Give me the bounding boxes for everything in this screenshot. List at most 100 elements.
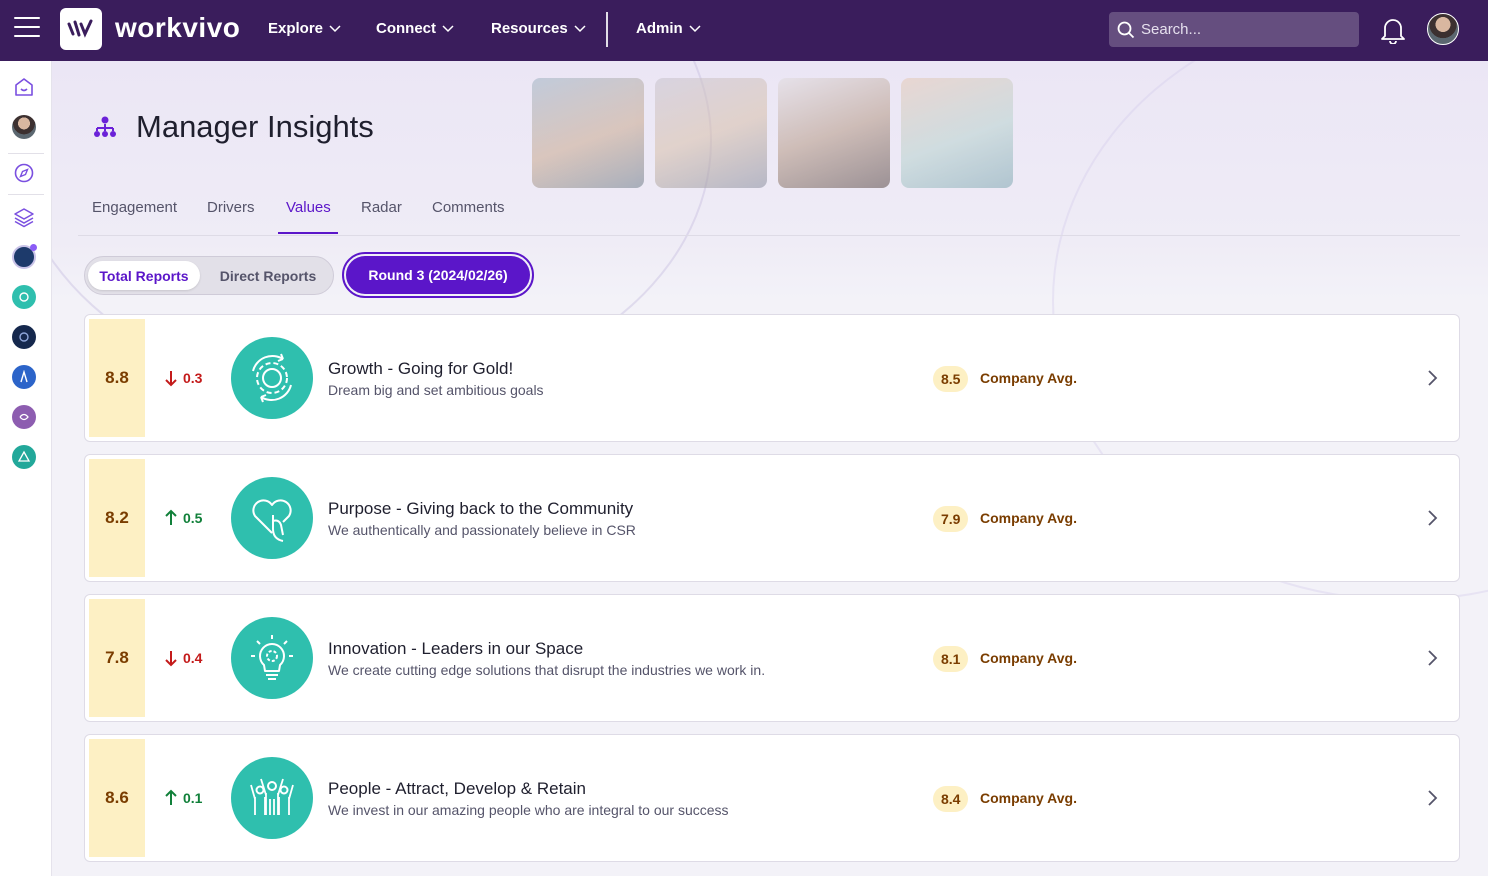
round-selector-button[interactable]: Round 3 (2024/02/26) <box>342 252 534 298</box>
nav-explore-label: Explore <box>268 20 324 37</box>
space-avatar-1[interactable] <box>12 244 37 269</box>
main-content: Manager Insights Engagement Drivers Valu… <box>52 61 1488 876</box>
nav-admin[interactable]: Admin <box>636 20 701 37</box>
value-description: Dream big and set ambitious goals <box>328 382 544 398</box>
tab-engagement[interactable]: Engagement <box>92 199 177 216</box>
value-title: Growth - Going for Gold! <box>328 359 514 378</box>
value-title: Innovation - Leaders in our Space <box>328 639 584 658</box>
company-avg-label: Company Avg. <box>980 370 1077 386</box>
tab-values[interactable]: Values <box>286 199 331 216</box>
company-avg-score: 8.1 <box>933 646 969 672</box>
workvivo-logo-icon[interactable] <box>60 8 102 50</box>
nav-divider <box>606 12 608 47</box>
company-avg-label: Company Avg. <box>980 510 1077 526</box>
chevron-down-icon <box>574 24 586 32</box>
value-card[interactable]: 8.6 0.1 People - Attract, Develop & Reta… <box>84 734 1460 862</box>
company-avg-score: 8.4 <box>933 786 969 812</box>
value-score: 8.2 <box>89 459 145 577</box>
org-chart-icon <box>94 116 116 137</box>
company-avg-label: Company Avg. <box>980 790 1077 806</box>
search-input[interactable] <box>1141 21 1341 38</box>
value-description: We create cutting edge solutions that di… <box>328 662 766 678</box>
arrow-up-icon <box>165 509 177 525</box>
score-delta: 0.4 <box>165 649 202 667</box>
left-sidebar <box>0 61 52 876</box>
chevron-right-icon <box>1428 790 1438 806</box>
people-raised-hands-icon <box>231 757 313 839</box>
header-photo <box>532 78 644 188</box>
page-header: Manager Insights <box>92 109 374 145</box>
direct-reports-button[interactable]: Direct Reports <box>205 261 331 290</box>
delta-value: 0.1 <box>183 790 203 806</box>
delta-value: 0.5 <box>183 510 203 526</box>
value-title: Purpose - Giving back to the Community <box>328 499 634 518</box>
chevron-right-icon <box>1428 370 1438 386</box>
nav-explore[interactable]: Explore <box>268 20 341 37</box>
round-label: Round 3 (2024/02/26) <box>346 256 530 294</box>
space-avatar-3[interactable] <box>12 325 36 349</box>
score-delta: 0.1 <box>165 789 202 807</box>
layers-icon[interactable] <box>12 205 36 229</box>
arrow-up-icon <box>165 789 177 805</box>
company-avg-label: Company Avg. <box>980 650 1077 666</box>
sidebar-divider <box>8 194 44 195</box>
active-tab-indicator <box>278 232 338 234</box>
tab-drivers[interactable]: Drivers <box>207 199 255 216</box>
nav-resources-label: Resources <box>491 20 568 37</box>
heart-hand-icon <box>231 477 313 559</box>
company-avg-score: 7.9 <box>933 506 969 532</box>
company-avg-score: 8.5 <box>933 366 969 392</box>
chevron-down-icon <box>329 24 341 32</box>
tab-comments[interactable]: Comments <box>432 199 505 216</box>
profile-avatar[interactable] <box>12 115 36 139</box>
value-score: 7.8 <box>89 599 145 717</box>
reports-toggle: Total Reports Direct Reports <box>84 256 334 295</box>
chevron-down-icon <box>689 24 701 32</box>
value-card[interactable]: 8.2 0.5 Purpose - Giving back to the Com… <box>84 454 1460 582</box>
space-avatar-5[interactable] <box>12 405 36 429</box>
header-photo <box>901 78 1013 188</box>
value-score: 8.8 <box>89 319 145 437</box>
delta-value: 0.4 <box>183 650 203 666</box>
chevron-down-icon <box>442 24 454 32</box>
value-description: We authentically and passionately believ… <box>328 522 636 538</box>
notifications-bell-icon[interactable] <box>1380 16 1406 49</box>
score-delta: 0.5 <box>165 509 202 527</box>
value-card[interactable]: 8.8 0.3 Growth - Going for Gold! Dream b… <box>84 314 1460 442</box>
nav-connect[interactable]: Connect <box>376 20 454 37</box>
user-avatar[interactable] <box>1427 13 1459 45</box>
space-avatar-2[interactable] <box>12 285 36 309</box>
nav-admin-label: Admin <box>636 20 683 37</box>
value-title: People - Attract, Develop & Retain <box>328 779 586 798</box>
arrow-down-icon <box>165 651 177 667</box>
total-reports-button[interactable]: Total Reports <box>88 261 200 290</box>
arrow-down-icon <box>165 371 177 387</box>
unread-dot <box>30 244 37 251</box>
page-title: Manager Insights <box>136 109 374 144</box>
chevron-right-icon <box>1428 650 1438 666</box>
insights-tabs: Engagement Drivers Values Radar Comments <box>78 188 1460 236</box>
space-avatar-6[interactable] <box>12 445 36 469</box>
tab-radar[interactable]: Radar <box>361 199 402 216</box>
gear-cycle-icon <box>231 337 313 419</box>
header-photo <box>655 78 767 188</box>
hamburger-menu-icon[interactable] <box>14 17 40 41</box>
header-photo <box>778 78 890 188</box>
value-score: 8.6 <box>89 739 145 857</box>
home-icon[interactable] <box>12 75 36 99</box>
compass-icon[interactable] <box>12 161 36 185</box>
space-avatar-4[interactable] <box>12 365 36 389</box>
delta-value: 0.3 <box>183 370 203 386</box>
brand-name[interactable]: workvivo <box>115 12 240 44</box>
search-icon <box>1117 21 1135 38</box>
nav-connect-label: Connect <box>376 20 436 37</box>
nav-resources[interactable]: Resources <box>491 20 586 37</box>
search-box <box>1109 12 1359 47</box>
chevron-right-icon <box>1428 510 1438 526</box>
top-navigation-bar: workvivo Explore Connect Resources Admin <box>0 0 1488 61</box>
lightbulb-gear-icon <box>231 617 313 699</box>
value-card[interactable]: 7.8 0.4 Innovation - Leaders in our Spac… <box>84 594 1460 722</box>
score-delta: 0.3 <box>165 369 202 387</box>
header-photo-strip <box>532 78 1013 188</box>
sidebar-divider <box>8 153 44 154</box>
